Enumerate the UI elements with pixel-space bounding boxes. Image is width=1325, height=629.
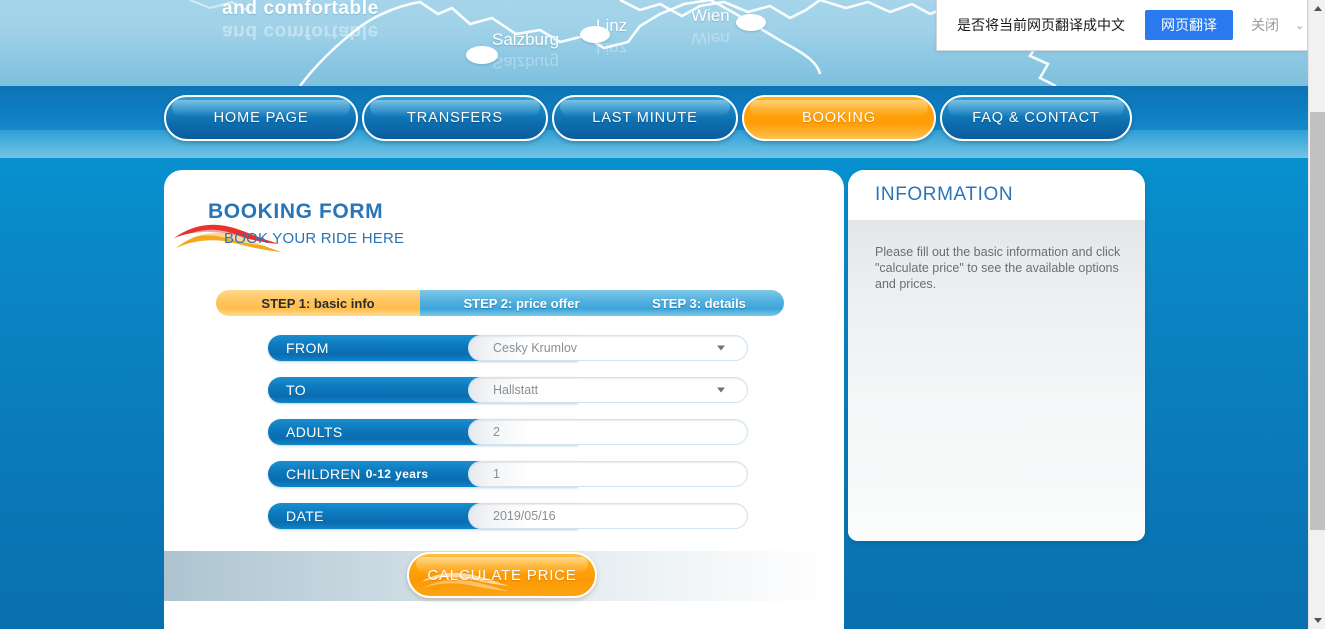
scrollbar-down-button[interactable] [1309, 612, 1325, 629]
field-label-adults-text: ADULTS [286, 424, 343, 440]
step-tab-1-label: STEP 1: basic info [261, 295, 375, 311]
step-tab-3-label: STEP 3: details [652, 295, 746, 311]
scrollbar-up-button[interactable] [1309, 0, 1325, 17]
field-value-date: 2019/05/16 [493, 509, 556, 523]
information-panel-body: Please fill out the basic information an… [848, 220, 1145, 541]
step-tab-1[interactable]: STEP 1: basic info [216, 290, 420, 316]
banner-tagline-reflection: and comfortable [222, 21, 379, 42]
map-city-dot-salzburg [466, 46, 498, 64]
page-scrollbar[interactable] [1308, 0, 1325, 629]
translate-page-button[interactable]: 网页翻译 [1145, 10, 1233, 40]
step-tab-2-label: STEP 2: price offer [463, 295, 580, 311]
step-tab-3[interactable]: STEP 3: details [598, 290, 784, 316]
information-panel-text: Please fill out the basic information an… [875, 245, 1121, 291]
information-panel-title: INFORMATION [875, 184, 1014, 205]
booking-form-card: BOOKING FORM BOOK YOUR RIDE HERE STEP 3:… [164, 170, 844, 629]
nav-item-last-minute[interactable]: LAST MINUTE [552, 95, 738, 141]
field-row-date: DATE 2019/05/16 [268, 503, 748, 529]
booking-form-title: BOOKING FORM [208, 200, 384, 223]
field-input-children[interactable]: 1 [468, 461, 748, 487]
nav-item-booking[interactable]: BOOKING [742, 95, 936, 141]
map-city-dot-wien [736, 14, 766, 31]
step-tab-2[interactable]: STEP 2: price offer [408, 290, 623, 316]
map-city-label-salzburg: Salzburg [492, 30, 560, 49]
field-row-adults: ADULTS 2 [268, 419, 748, 445]
field-row-to: TO Hallstatt [268, 377, 748, 403]
calculate-price-button[interactable]: CALCULATE PRICE [407, 552, 597, 598]
main-navigation: HOME PAGE TRANSFERS LAST MINUTE BOOKING … [164, 95, 1132, 141]
page-canvas: and comfortable and comfortable Salzburg… [0, 0, 1308, 629]
field-value-children: 1 [493, 467, 500, 481]
field-row-from: FROM Cesky Krumlov [268, 335, 748, 361]
field-input-from[interactable]: Cesky Krumlov [468, 335, 748, 361]
scrollbar-thumb[interactable] [1310, 112, 1325, 530]
chevron-down-icon-to [717, 387, 725, 393]
chevron-down-icon-translate[interactable]: ⌄ [1295, 19, 1304, 32]
nav-item-transfers-label: TRANSFERS [407, 110, 503, 126]
map-city-label-wien: Wien [691, 6, 730, 25]
translate-page-button-label: 网页翻译 [1161, 17, 1217, 33]
field-value-adults: 2 [493, 425, 500, 439]
booking-fields: FROM Cesky Krumlov TO Hallstatt ADULTS 2… [268, 335, 748, 545]
booking-steps-tabs: STEP 3: details STEP 2: price offer STEP… [216, 290, 784, 316]
nav-item-faq-contact[interactable]: FAQ & CONTACT [940, 95, 1132, 141]
information-panel-header: INFORMATION [848, 170, 1145, 220]
map-city-label-salzburg-reflection: Salzburg [492, 53, 560, 72]
triangle-down-icon [1313, 618, 1322, 623]
nav-item-home-page-label: HOME PAGE [213, 110, 309, 126]
field-label-children-sub: 0-12 years [365, 467, 429, 481]
chevron-down-icon-from [717, 345, 725, 351]
field-row-children: CHILDREN 0-12 years 1 [268, 461, 748, 487]
information-panel: INFORMATION Please fill out the basic in… [848, 170, 1145, 541]
nav-item-last-minute-label: LAST MINUTE [592, 110, 698, 126]
field-input-date[interactable]: 2019/05/16 [468, 503, 748, 529]
translate-close-button[interactable]: 关闭 [1251, 15, 1279, 35]
field-label-from-text: FROM [286, 340, 329, 356]
field-value-to: Hallstatt [493, 383, 539, 397]
nav-item-faq-contact-label: FAQ & CONTACT [972, 110, 1100, 126]
field-label-children-text: CHILDREN [286, 466, 361, 482]
booking-form-subtitle: BOOK YOUR RIDE HERE [224, 230, 405, 247]
translate-prompt-bar: 是否将当前网页翻译成中文 网页翻译 关闭 ⌄ [936, 0, 1308, 51]
banner-tagline: and comfortable [222, 0, 379, 19]
map-city-dot-linz [580, 26, 610, 43]
nav-item-booking-label: BOOKING [802, 110, 876, 126]
field-value-from: Cesky Krumlov [493, 341, 578, 355]
calculate-price-button-label: CALCULATE PRICE [427, 566, 577, 584]
map-city-label-wien-reflection: Wien [691, 29, 730, 48]
browser-viewport: and comfortable and comfortable Salzburg… [0, 0, 1325, 629]
nav-item-home-page[interactable]: HOME PAGE [164, 95, 358, 141]
field-label-date-text: DATE [286, 508, 324, 524]
translate-prompt-question: 是否将当前网页翻译成中文 [957, 17, 1125, 33]
field-input-adults[interactable]: 2 [468, 419, 748, 445]
triangle-up-icon [1313, 6, 1322, 11]
field-label-to-text: TO [286, 382, 306, 398]
field-input-to[interactable]: Hallstatt [468, 377, 748, 403]
nav-item-transfers[interactable]: TRANSFERS [362, 95, 548, 141]
